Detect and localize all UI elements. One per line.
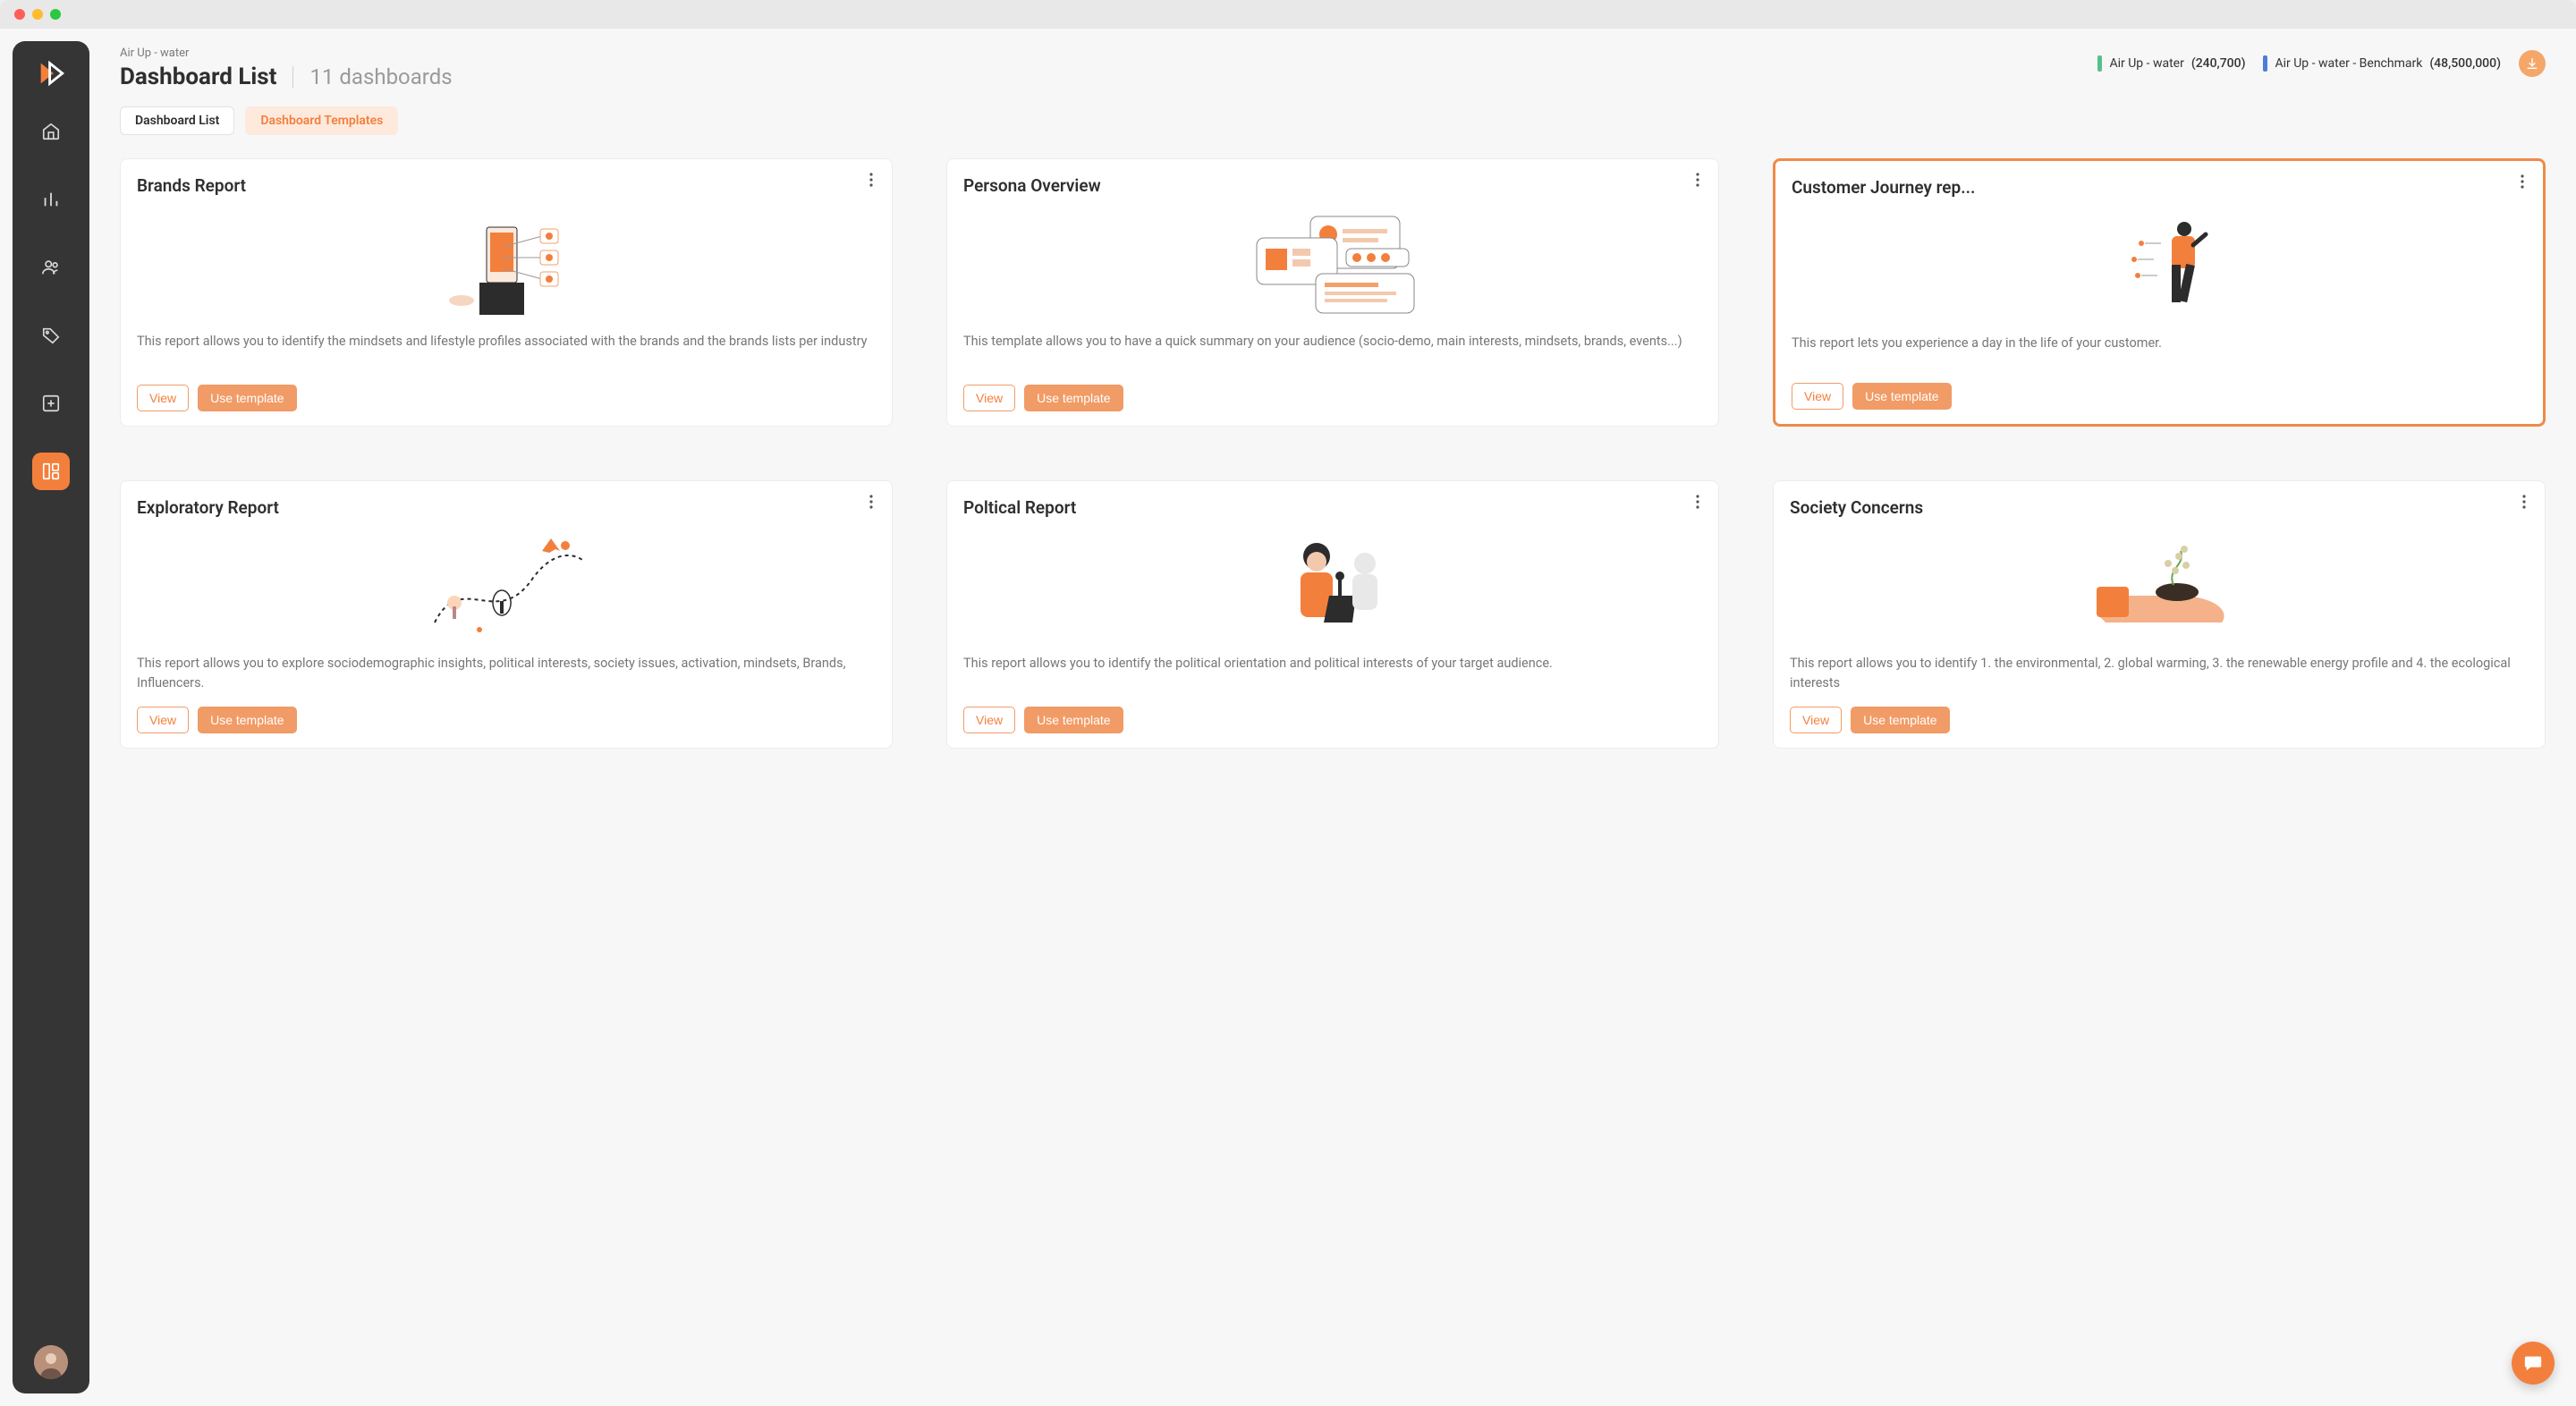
- kebab-icon: [2522, 495, 2526, 509]
- tab-bar: Dashboard List Dashboard Templates: [120, 106, 2546, 135]
- legend-label: Air Up - water: [2109, 56, 2183, 71]
- card-description: This template allows you to have a quick…: [963, 332, 1702, 372]
- user-avatar[interactable]: [34, 1345, 68, 1379]
- breadcrumb: Air Up - water: [120, 47, 453, 60]
- template-card-brands-report: Brands Report This rep: [120, 158, 893, 427]
- view-button[interactable]: View: [1792, 383, 1843, 410]
- tab-dashboard-list[interactable]: Dashboard List: [120, 106, 234, 135]
- page-title: Dashboard List: [120, 64, 276, 90]
- card-menu-button[interactable]: [863, 172, 879, 188]
- template-card-customer-journey: Customer Journey rep... This report lets…: [1773, 158, 2546, 427]
- card-menu-button[interactable]: [2514, 174, 2530, 190]
- card-illustration: [963, 207, 1702, 323]
- title-separator: [292, 66, 293, 88]
- card-title: Customer Journey rep...: [1792, 177, 2527, 198]
- use-template-button[interactable]: Use template: [1852, 383, 1951, 410]
- template-card-exploratory-report: Exploratory Report This report allows yo…: [120, 480, 893, 749]
- sidebar-item-dashboard[interactable]: [32, 453, 70, 490]
- traffic-light-zoom[interactable]: [50, 9, 61, 20]
- kebab-icon: [2521, 174, 2524, 189]
- card-illustration: [1790, 529, 2529, 645]
- window-chrome: [0, 0, 2576, 29]
- users-icon: [41, 258, 61, 277]
- app-logo: [35, 57, 67, 89]
- card-illustration: [137, 207, 876, 323]
- use-template-button[interactable]: Use template: [1024, 385, 1123, 411]
- card-illustration: [1792, 208, 2527, 325]
- card-menu-button[interactable]: [863, 494, 879, 510]
- view-button[interactable]: View: [963, 707, 1015, 733]
- tab-dashboard-templates[interactable]: Dashboard Templates: [245, 106, 398, 135]
- card-illustration: [963, 529, 1702, 645]
- template-card-persona-overview: Persona Overview: [946, 158, 1719, 427]
- card-title: Brands Report: [137, 175, 876, 196]
- view-button[interactable]: View: [137, 707, 189, 733]
- card-description: This report lets you experience a day in…: [1792, 334, 2527, 370]
- legend-item-benchmark: Air Up - water - Benchmark (48,500,000): [2263, 55, 2501, 72]
- template-card-political-report: Poltical Report This report allows you t…: [946, 480, 1719, 749]
- kebab-icon: [1696, 495, 1699, 509]
- header-right: Air Up - water (240,700) Air Up - water …: [2097, 47, 2546, 77]
- kebab-icon: [1696, 173, 1699, 187]
- chat-icon: [2523, 1353, 2543, 1373]
- card-illustration: [137, 529, 876, 645]
- traffic-light-close[interactable]: [14, 9, 25, 20]
- card-menu-button[interactable]: [1690, 172, 1706, 188]
- sidebar-item-audience[interactable]: [32, 249, 70, 286]
- template-grid: Brands Report This rep: [120, 158, 2546, 749]
- view-button[interactable]: View: [963, 385, 1015, 411]
- card-description: This report allows you to explore sociod…: [137, 654, 876, 694]
- use-template-button[interactable]: Use template: [198, 385, 296, 411]
- legend-swatch-blue: [2263, 55, 2267, 72]
- legend-count: (48,500,000): [2429, 56, 2501, 71]
- legend-label: Air Up - water - Benchmark: [2275, 56, 2422, 71]
- sidebar-item-tags[interactable]: [32, 317, 70, 354]
- card-title: Poltical Report: [963, 497, 1702, 518]
- tag-icon: [41, 326, 61, 345]
- card-title: Exploratory Report: [137, 497, 876, 518]
- use-template-button[interactable]: Use template: [198, 707, 296, 733]
- view-button[interactable]: View: [137, 385, 189, 411]
- card-title: Society Concerns: [1790, 497, 2529, 518]
- kebab-icon: [869, 495, 873, 509]
- traffic-light-minimize[interactable]: [32, 9, 43, 20]
- card-description: This report allows you to identify the p…: [963, 654, 1702, 694]
- bar-chart-icon: [41, 190, 61, 209]
- card-description: This report allows you to identify 1. th…: [1790, 654, 2529, 694]
- legend-item-primary: Air Up - water (240,700): [2097, 55, 2245, 72]
- chat-button[interactable]: [2512, 1342, 2555, 1385]
- sidebar-item-analytics[interactable]: [32, 181, 70, 218]
- template-card-society-concerns: Society Concerns This report allows you …: [1773, 480, 2546, 749]
- main-content: Air Up - water Dashboard List 11 dashboa…: [89, 29, 2576, 1406]
- download-icon: [2525, 56, 2539, 71]
- legend-count: (240,700): [2191, 56, 2246, 71]
- card-menu-button[interactable]: [2516, 494, 2532, 510]
- sidebar-item-add[interactable]: [32, 385, 70, 422]
- sidebar: [13, 41, 89, 1393]
- page-subtitle: 11 dashboards: [309, 64, 452, 89]
- download-button[interactable]: [2519, 50, 2546, 77]
- sidebar-item-home[interactable]: [32, 113, 70, 150]
- card-description: This report allows you to identify the m…: [137, 332, 876, 372]
- card-menu-button[interactable]: [1690, 494, 1706, 510]
- card-title: Persona Overview: [963, 175, 1702, 196]
- use-template-button[interactable]: Use template: [1024, 707, 1123, 733]
- legend-swatch-green: [2097, 55, 2102, 72]
- plus-square-icon: [41, 394, 61, 413]
- use-template-button[interactable]: Use template: [1851, 707, 1949, 733]
- kebab-icon: [869, 173, 873, 187]
- home-icon: [41, 122, 61, 141]
- dashboard-icon: [41, 462, 61, 481]
- view-button[interactable]: View: [1790, 707, 1842, 733]
